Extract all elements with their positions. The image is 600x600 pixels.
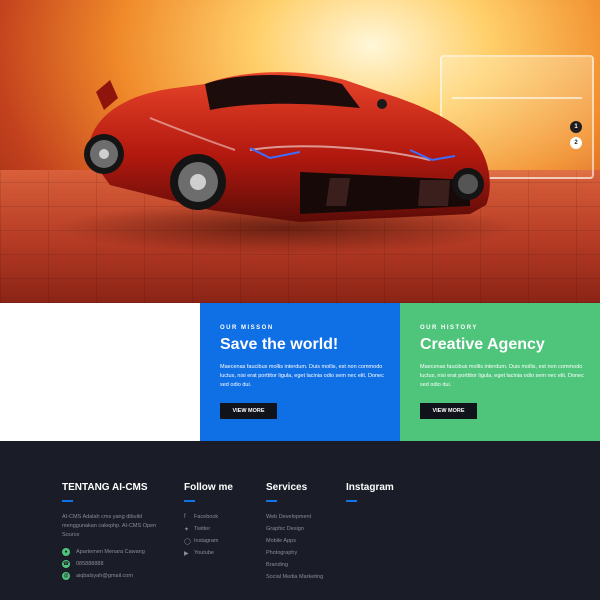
facebook-icon: f (184, 514, 186, 520)
about-text: AI-CMS Adalah cms yang dibuild menggunak… (62, 514, 157, 538)
mission-view-more-button[interactable]: VIEW MORE (220, 403, 277, 419)
services-heading: Services (266, 482, 308, 493)
phone-icon: ☎ (62, 560, 70, 568)
mission-panel: OUR MISSON Save the world! Maecenas fauc… (200, 303, 400, 441)
history-title: Creative Agency (420, 336, 545, 353)
social-link-twitter[interactable]: ✦ Twitter (184, 523, 233, 535)
twitter-icon: ✦ (184, 526, 190, 533)
history-text: Maecenas faucibus mollis interdum. Duis … (420, 364, 584, 388)
footer-services-column: Services Web Development Graphic Design … (266, 482, 323, 583)
blank-panel (0, 303, 200, 441)
service-link[interactable]: Web Development (266, 511, 323, 523)
phone-text: 085888888 (76, 561, 104, 567)
contact-list: ● Apartemen Menara Cawang ☎ 085888888 @ … (62, 546, 162, 582)
social-link-youtube[interactable]: ▶ Youtube (184, 547, 233, 559)
mission-kicker: OUR MISSON (220, 325, 274, 331)
social-label[interactable]: Youtube (194, 550, 214, 556)
map-pin-icon: ● (62, 548, 70, 556)
heading-underline (266, 500, 277, 502)
mission-text: Maecenas faucibus mollis interdum. Duis … (220, 364, 384, 388)
social-label[interactable]: Instagram (194, 538, 218, 544)
history-kicker: OUR HISTORY (420, 325, 478, 331)
contact-phone: ☎ 085888888 (62, 558, 162, 570)
social-links: f Facebook ✦ Twitter ◯ Instagram ▶ Youtu… (184, 511, 233, 559)
service-link[interactable]: Mobile Apps (266, 535, 323, 547)
contact-email[interactable]: @ aiqbalsyah@gmail.com (62, 570, 162, 582)
social-link-facebook[interactable]: f Facebook (184, 511, 233, 523)
footer-about-column: TENTANG AI-CMS AI-CMS Adalah cms yang di… (62, 482, 162, 582)
mission-section: OUR MISSON Save the world! Maecenas fauc… (0, 303, 600, 441)
red-sports-car-image (55, 72, 515, 254)
service-link[interactable]: Branding (266, 559, 323, 571)
email-icon: @ (62, 572, 70, 580)
service-link[interactable]: Photography (266, 547, 323, 559)
contact-address: ● Apartemen Menara Cawang (62, 546, 162, 558)
services-list: Web Development Graphic Design Mobile Ap… (266, 511, 323, 583)
service-link[interactable]: Graphic Design (266, 523, 323, 535)
hero-banner: 1 2 (0, 0, 600, 303)
heading-underline (62, 500, 73, 502)
social-link-instagram[interactable]: ◯ Instagram (184, 535, 233, 547)
slider-dot-1[interactable]: 1 (570, 121, 582, 133)
slider-dot-2[interactable]: 2 (570, 137, 582, 149)
heading-underline (184, 500, 195, 502)
footer-follow-column: Follow me f Facebook ✦ Twitter ◯ Instagr… (184, 482, 233, 559)
instagram-heading: Instagram (346, 482, 394, 493)
heading-underline (346, 500, 357, 502)
footer-instagram-column: Instagram (346, 482, 394, 502)
youtube-icon: ▶ (184, 550, 189, 557)
service-link[interactable]: Social Media Marketing (266, 571, 323, 583)
mission-title: Save the world! (220, 336, 339, 353)
follow-heading: Follow me (184, 482, 233, 493)
site-footer: TENTANG AI-CMS AI-CMS Adalah cms yang di… (0, 441, 600, 600)
instagram-icon: ◯ (184, 538, 191, 545)
history-panel: OUR HISTORY Creative Agency Maecenas fau… (400, 303, 600, 441)
history-view-more-button[interactable]: VIEW MORE (420, 403, 477, 419)
email-text[interactable]: aiqbalsyah@gmail.com (76, 573, 133, 579)
about-heading: TENTANG AI-CMS (62, 482, 148, 493)
social-label[interactable]: Twitter (194, 526, 210, 532)
address-text: Apartemen Menara Cawang (76, 549, 145, 555)
social-label[interactable]: Facebook (194, 514, 218, 520)
